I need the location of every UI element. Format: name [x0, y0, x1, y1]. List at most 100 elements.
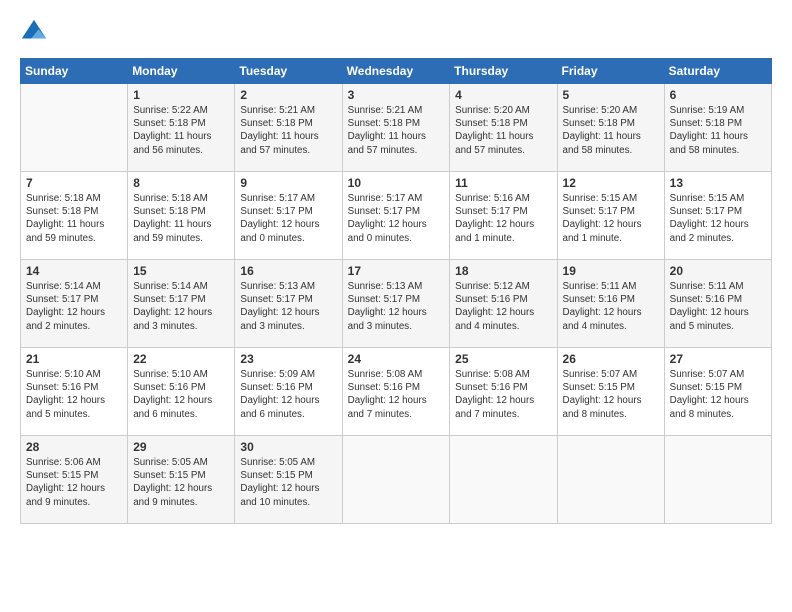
day-info: Sunrise: 5:05 AM Sunset: 5:15 PM Dayligh…: [133, 456, 229, 509]
day-info: Sunrise: 5:14 AM Sunset: 5:17 PM Dayligh…: [26, 280, 122, 333]
calendar-week-2: 7 Sunrise: 5:18 AM Sunset: 5:18 PM Daylig…: [21, 172, 772, 260]
calendar-week-4: 21Sunrise: 5:10 AM Sunset: 5:16 PM Dayli…: [21, 348, 772, 436]
day-number: 2: [240, 88, 336, 102]
calendar-header-wednesday: Wednesday: [342, 59, 450, 84]
calendar-cell: 9 Sunrise: 5:17 AM Sunset: 5:17 PM Daylig…: [235, 172, 342, 260]
day-info: Sunrise: 5:18 AM Sunset: 5:18 PM Dayligh…: [133, 192, 229, 245]
calendar-cell: 30 Sunrise: 5:05 AM Sunset: 5:15 PM Dayli…: [235, 436, 342, 524]
calendar-cell: 27 Sunrise: 5:07 AM Sunset: 5:15 PM Dayli…: [664, 348, 771, 436]
day-number: 25: [455, 352, 551, 366]
calendar-cell: 12 Sunrise: 5:15 AM Sunset: 5:17 PM Dayli…: [557, 172, 664, 260]
day-info: Sunrise: 5:20 AM Sunset: 5:18 PM Dayligh…: [455, 104, 551, 157]
calendar-cell: 14 Sunrise: 5:14 AM Sunset: 5:17 PM Dayli…: [21, 260, 128, 348]
calendar-table: SundayMondayTuesdayWednesdayThursdayFrid…: [20, 58, 772, 524]
calendar-week-1: 1 Sunrise: 5:22 AM Sunset: 5:18 PM Daylig…: [21, 84, 772, 172]
day-info: Sunrise: 5:15 AM Sunset: 5:17 PM Dayligh…: [563, 192, 659, 245]
day-info: Sunrise: 5:05 AM Sunset: 5:15 PM Dayligh…: [240, 456, 336, 509]
calendar-cell: [450, 436, 557, 524]
calendar-cell: 28Sunrise: 5:06 AM Sunset: 5:15 PM Dayli…: [21, 436, 128, 524]
day-number: 26: [563, 352, 659, 366]
day-number: 5: [563, 88, 659, 102]
day-number: 13: [670, 176, 766, 190]
calendar-cell: 11 Sunrise: 5:16 AM Sunset: 5:17 PM Dayli…: [450, 172, 557, 260]
day-number: 20: [670, 264, 766, 278]
calendar-cell: 21Sunrise: 5:10 AM Sunset: 5:16 PM Dayli…: [21, 348, 128, 436]
calendar-cell: 20 Sunrise: 5:11 AM Sunset: 5:16 PM Dayli…: [664, 260, 771, 348]
calendar-cell: 13 Sunrise: 5:15 AM Sunset: 5:17 PM Dayli…: [664, 172, 771, 260]
calendar-cell: 7 Sunrise: 5:18 AM Sunset: 5:18 PM Daylig…: [21, 172, 128, 260]
day-info: Sunrise: 5:09 AM Sunset: 5:16 PM Dayligh…: [240, 368, 336, 421]
day-number: 19: [563, 264, 659, 278]
calendar-cell: 8 Sunrise: 5:18 AM Sunset: 5:18 PM Daylig…: [128, 172, 235, 260]
calendar-week-3: 14 Sunrise: 5:14 AM Sunset: 5:17 PM Dayli…: [21, 260, 772, 348]
day-info: Sunrise: 5:17 AM Sunset: 5:17 PM Dayligh…: [240, 192, 336, 245]
calendar-cell: [21, 84, 128, 172]
day-info: Sunrise: 5:16 AM Sunset: 5:17 PM Dayligh…: [455, 192, 551, 245]
calendar-cell: 4 Sunrise: 5:20 AM Sunset: 5:18 PM Daylig…: [450, 84, 557, 172]
day-info: Sunrise: 5:18 AM Sunset: 5:18 PM Dayligh…: [26, 192, 122, 245]
calendar-week-5: 28Sunrise: 5:06 AM Sunset: 5:15 PM Dayli…: [21, 436, 772, 524]
day-number: 9: [240, 176, 336, 190]
day-info: Sunrise: 5:19 AM Sunset: 5:18 PM Dayligh…: [670, 104, 766, 157]
day-number: 27: [670, 352, 766, 366]
day-info: Sunrise: 5:11 AM Sunset: 5:16 PM Dayligh…: [670, 280, 766, 333]
calendar-header-tuesday: Tuesday: [235, 59, 342, 84]
calendar-cell: 2 Sunrise: 5:21 AM Sunset: 5:18 PM Daylig…: [235, 84, 342, 172]
calendar-cell: [557, 436, 664, 524]
calendar-cell: 1 Sunrise: 5:22 AM Sunset: 5:18 PM Daylig…: [128, 84, 235, 172]
day-info: Sunrise: 5:21 AM Sunset: 5:18 PM Dayligh…: [348, 104, 445, 157]
calendar-cell: 5 Sunrise: 5:20 AM Sunset: 5:18 PM Daylig…: [557, 84, 664, 172]
page-header: [20, 18, 772, 46]
day-info: Sunrise: 5:06 AM Sunset: 5:15 PM Dayligh…: [26, 456, 122, 509]
day-info: Sunrise: 5:20 AM Sunset: 5:18 PM Dayligh…: [563, 104, 659, 157]
day-info: Sunrise: 5:07 AM Sunset: 5:15 PM Dayligh…: [670, 368, 766, 421]
calendar-cell: 22Sunrise: 5:10 AM Sunset: 5:16 PM Dayli…: [128, 348, 235, 436]
day-number: 17: [348, 264, 445, 278]
day-number: 8: [133, 176, 229, 190]
calendar-cell: 24Sunrise: 5:08 AM Sunset: 5:16 PM Dayli…: [342, 348, 450, 436]
calendar-cell: 25 Sunrise: 5:08 AM Sunset: 5:16 PM Dayli…: [450, 348, 557, 436]
calendar-header-friday: Friday: [557, 59, 664, 84]
calendar-cell: 16Sunrise: 5:13 AM Sunset: 5:17 PM Dayli…: [235, 260, 342, 348]
day-number: 4: [455, 88, 551, 102]
day-number: 22: [133, 352, 229, 366]
day-number: 7: [26, 176, 122, 190]
day-number: 14: [26, 264, 122, 278]
day-info: Sunrise: 5:14 AM Sunset: 5:17 PM Dayligh…: [133, 280, 229, 333]
day-info: Sunrise: 5:15 AM Sunset: 5:17 PM Dayligh…: [670, 192, 766, 245]
day-number: 29: [133, 440, 229, 454]
calendar-header-row: SundayMondayTuesdayWednesdayThursdayFrid…: [21, 59, 772, 84]
day-info: Sunrise: 5:08 AM Sunset: 5:16 PM Dayligh…: [455, 368, 551, 421]
day-number: 10: [348, 176, 445, 190]
calendar-cell: [342, 436, 450, 524]
calendar-header-sunday: Sunday: [21, 59, 128, 84]
day-number: 23: [240, 352, 336, 366]
day-info: Sunrise: 5:12 AM Sunset: 5:16 PM Dayligh…: [455, 280, 551, 333]
day-number: 16: [240, 264, 336, 278]
logo: [20, 18, 52, 46]
calendar-header-thursday: Thursday: [450, 59, 557, 84]
day-info: Sunrise: 5:21 AM Sunset: 5:18 PM Dayligh…: [240, 104, 336, 157]
calendar-cell: 6Sunrise: 5:19 AM Sunset: 5:18 PM Daylig…: [664, 84, 771, 172]
day-info: Sunrise: 5:22 AM Sunset: 5:18 PM Dayligh…: [133, 104, 229, 157]
calendar-cell: 23 Sunrise: 5:09 AM Sunset: 5:16 PM Dayli…: [235, 348, 342, 436]
calendar-header-saturday: Saturday: [664, 59, 771, 84]
day-number: 15: [133, 264, 229, 278]
calendar-cell: 15 Sunrise: 5:14 AM Sunset: 5:17 PM Dayli…: [128, 260, 235, 348]
day-number: 1: [133, 88, 229, 102]
calendar-cell: 19Sunrise: 5:11 AM Sunset: 5:16 PM Dayli…: [557, 260, 664, 348]
calendar-cell: 29 Sunrise: 5:05 AM Sunset: 5:15 PM Dayli…: [128, 436, 235, 524]
day-number: 18: [455, 264, 551, 278]
calendar-header-monday: Monday: [128, 59, 235, 84]
day-number: 11: [455, 176, 551, 190]
calendar-cell: 17 Sunrise: 5:13 AM Sunset: 5:17 PM Dayli…: [342, 260, 450, 348]
day-info: Sunrise: 5:08 AM Sunset: 5:16 PM Dayligh…: [348, 368, 445, 421]
calendar-cell: 18 Sunrise: 5:12 AM Sunset: 5:16 PM Dayli…: [450, 260, 557, 348]
calendar-cell: 26Sunrise: 5:07 AM Sunset: 5:15 PM Dayli…: [557, 348, 664, 436]
day-number: 30: [240, 440, 336, 454]
day-info: Sunrise: 5:13 AM Sunset: 5:17 PM Dayligh…: [348, 280, 445, 333]
calendar-cell: [664, 436, 771, 524]
logo-icon: [20, 18, 48, 46]
calendar-cell: 10Sunrise: 5:17 AM Sunset: 5:17 PM Dayli…: [342, 172, 450, 260]
day-number: 12: [563, 176, 659, 190]
